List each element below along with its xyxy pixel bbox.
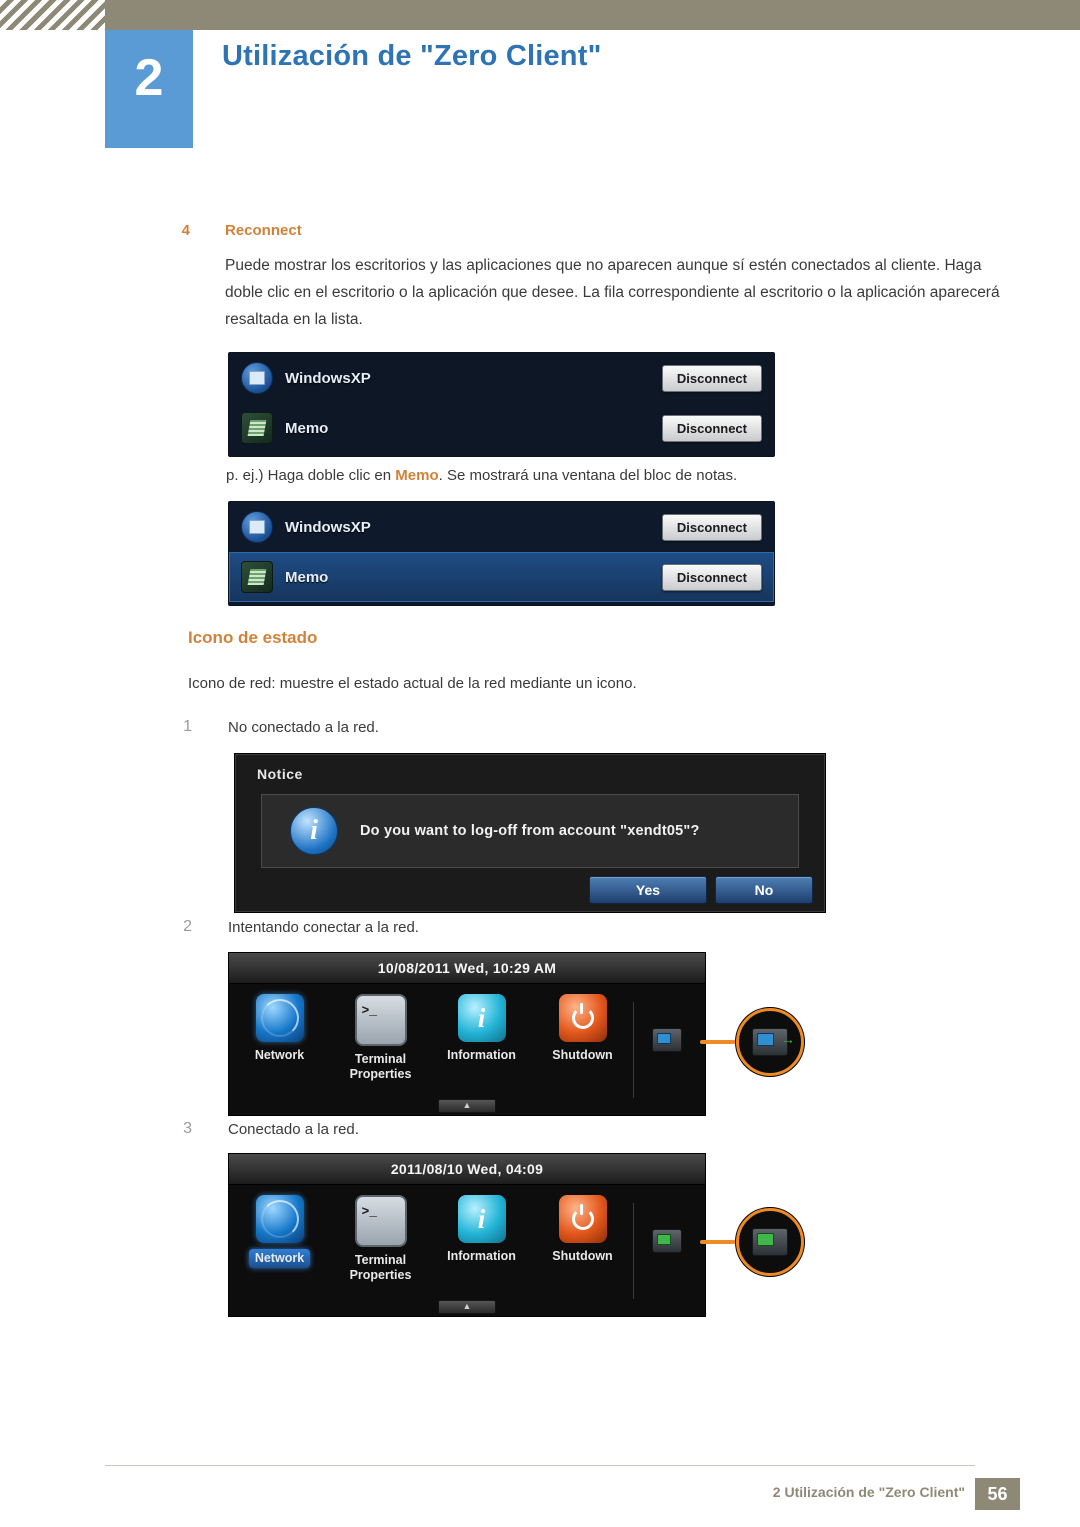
launcher-item-information[interactable]: i Information bbox=[431, 994, 532, 1063]
shutdown-icon bbox=[558, 1195, 607, 1243]
network-status-tray-icon[interactable] bbox=[652, 1229, 682, 1253]
launcher-item-label: Shutdown bbox=[552, 1249, 613, 1263]
step-4-label: Reconnect bbox=[225, 222, 302, 239]
page-number: 56 bbox=[975, 1478, 1020, 1510]
disconnect-button[interactable]: Disconnect bbox=[661, 513, 762, 541]
disconnect-button[interactable]: Disconnect bbox=[661, 414, 762, 442]
list-item-3-text: Conectado a la red. bbox=[228, 1121, 359, 1138]
launcher-item-shutdown[interactable]: Shutdown bbox=[532, 994, 633, 1063]
dialog-title: Notice bbox=[257, 766, 303, 782]
section-title: Icono de estado bbox=[188, 628, 318, 647]
launcher-item-label: Shutdown bbox=[552, 1048, 613, 1062]
launcher-icon-row: Network Terminal Properties i Informatio… bbox=[229, 1185, 705, 1313]
launcher-icon-row: Network Terminal Properties i Informatio… bbox=[229, 984, 705, 1112]
connection-list-screenshot-2: WindowsXP Disconnect Memo Disconnect bbox=[228, 501, 775, 606]
launcher-item-label: Information bbox=[447, 1048, 516, 1062]
information-icon: i bbox=[290, 807, 338, 855]
windows-icon bbox=[241, 511, 273, 543]
launcher-item-label-line1: Terminal bbox=[354, 1253, 407, 1267]
list-item-1-number: 1 bbox=[183, 718, 192, 735]
dialog-message: Do you want to log-off from account "xen… bbox=[360, 823, 700, 839]
launcher-item-label: Network bbox=[248, 1249, 311, 1268]
memo-icon bbox=[241, 412, 273, 444]
network-status-callout-2 bbox=[736, 1208, 804, 1276]
launcher-item-label: Network bbox=[254, 1048, 305, 1062]
list-item-1-text: No conectado a la red. bbox=[228, 719, 379, 736]
connection-name: WindowsXP bbox=[285, 518, 371, 536]
step-4-number: 4 bbox=[181, 222, 190, 239]
header-hatch-decoration bbox=[0, 0, 105, 30]
header-bar bbox=[0, 0, 1080, 30]
launcher-screenshot-2: 2011/08/10 Wed, 04:09 Network Terminal P… bbox=[228, 1153, 706, 1317]
disconnect-button[interactable]: Disconnect bbox=[661, 563, 762, 591]
windows-icon bbox=[241, 362, 273, 394]
table-row[interactable]: WindowsXP Disconnect bbox=[229, 502, 774, 552]
section-intro: Icono de red: muestre el estado actual d… bbox=[188, 675, 637, 692]
example-suffix: . Se mostrará una ventana del bloc de no… bbox=[438, 467, 738, 484]
network-status-tray-icon-zoom bbox=[752, 1228, 788, 1256]
connection-list-screenshot-1: WindowsXP Disconnect Memo Disconnect bbox=[228, 352, 775, 457]
clock-display: 2011/08/10 Wed, 04:09 bbox=[229, 1154, 705, 1185]
no-button[interactable]: No bbox=[715, 876, 813, 904]
notice-dialog-screenshot: Notice i Do you want to log-off from acc… bbox=[234, 753, 826, 913]
launcher-item-network[interactable]: Network bbox=[229, 994, 330, 1063]
information-icon: i bbox=[457, 1195, 506, 1243]
list-item-3-number: 3 bbox=[183, 1120, 192, 1137]
chapter-number-badge: 2 bbox=[105, 30, 193, 148]
terminal-icon bbox=[354, 994, 407, 1046]
launcher-item-network[interactable]: Network bbox=[229, 1195, 330, 1268]
divider bbox=[633, 1002, 634, 1098]
step-4-paragraph: Puede mostrar los escritorios y las apli… bbox=[225, 257, 1000, 328]
shutdown-icon bbox=[558, 994, 607, 1042]
page-title: Utilización de "Zero Client" bbox=[222, 40, 602, 72]
launcher-item-label-line2: Properties bbox=[349, 1067, 412, 1081]
network-icon bbox=[255, 1195, 304, 1243]
table-row[interactable]: WindowsXP Disconnect bbox=[229, 353, 774, 403]
network-icon bbox=[255, 994, 304, 1042]
arrow-icon: → bbox=[781, 1031, 795, 1047]
launcher-screenshot-1: 10/08/2011 Wed, 10:29 AM Network Termina… bbox=[228, 952, 706, 1116]
launcher-item-label-line2: Properties bbox=[349, 1268, 412, 1282]
launcher-item-terminal-properties[interactable]: Terminal Properties bbox=[330, 1195, 431, 1283]
example-prefix: p. ej.) Haga doble clic en bbox=[226, 467, 396, 484]
memo-icon bbox=[241, 561, 273, 593]
information-icon: i bbox=[457, 994, 506, 1042]
connection-name: WindowsXP bbox=[285, 369, 371, 387]
network-status-tray-icon[interactable] bbox=[652, 1028, 682, 1052]
expand-arrow-icon[interactable]: ▲ bbox=[438, 1099, 496, 1113]
example-bold: Memo bbox=[395, 467, 439, 484]
terminal-icon bbox=[354, 1195, 407, 1247]
launcher-item-shutdown[interactable]: Shutdown bbox=[532, 1195, 633, 1264]
launcher-item-information[interactable]: i Information bbox=[431, 1195, 532, 1264]
launcher-item-label-line1: Terminal bbox=[354, 1052, 407, 1066]
disconnect-button[interactable]: Disconnect bbox=[661, 364, 762, 392]
example-line: p. ej.) Haga doble clic en Memo. Se most… bbox=[226, 463, 737, 489]
connection-name: Memo bbox=[285, 568, 329, 586]
footer-divider bbox=[105, 1465, 975, 1466]
table-row[interactable]: Memo Disconnect bbox=[229, 403, 774, 453]
list-item-2-text: Intentando conectar a la red. bbox=[228, 919, 419, 936]
divider bbox=[633, 1203, 634, 1299]
clock-display: 10/08/2011 Wed, 10:29 AM bbox=[229, 953, 705, 984]
network-status-callout-1: → bbox=[736, 1008, 804, 1076]
table-row-selected[interactable]: Memo Disconnect bbox=[229, 552, 774, 602]
launcher-item-terminal-properties[interactable]: Terminal Properties bbox=[330, 994, 431, 1082]
footer-text: 2 Utilización de "Zero Client" bbox=[772, 1484, 965, 1500]
dialog-message-panel: i Do you want to log-off from account "x… bbox=[261, 794, 799, 868]
connection-name: Memo bbox=[285, 419, 329, 437]
yes-button[interactable]: Yes bbox=[589, 876, 707, 904]
expand-arrow-icon[interactable]: ▲ bbox=[438, 1300, 496, 1314]
launcher-item-label: Information bbox=[447, 1249, 516, 1263]
list-item-2-number: 2 bbox=[183, 918, 192, 935]
